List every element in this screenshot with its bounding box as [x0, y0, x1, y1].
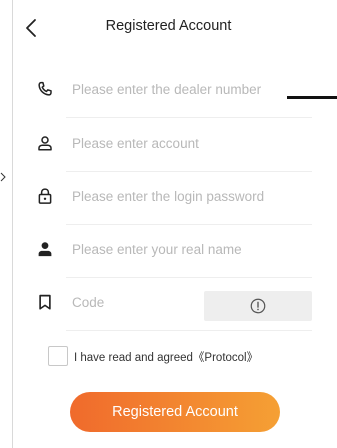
code-row: [24, 279, 312, 331]
user-filled-icon: [36, 240, 54, 258]
real-name-input[interactable]: [72, 236, 292, 262]
phone-icon: [36, 80, 54, 98]
divider: [66, 117, 312, 118]
real-name-row: [24, 226, 312, 278]
agreement-text[interactable]: I have read and agreed《Protocol》: [74, 349, 258, 365]
register-screen: Registered Account Please enter the deal…: [0, 0, 337, 448]
divider: [66, 171, 312, 172]
frame-border: [12, 0, 13, 448]
alert-circle-icon: [250, 298, 266, 314]
account-row: [24, 120, 312, 172]
dealer-number-row: [24, 66, 312, 118]
page-title: Registered Account: [105, 18, 232, 34]
pointer-line: [287, 96, 337, 99]
captcha-button[interactable]: [204, 291, 312, 321]
code-input[interactable]: [72, 289, 192, 315]
register-submit-button[interactable]: Registered Account: [70, 392, 280, 432]
account-input[interactable]: [72, 130, 292, 156]
side-arrow-icon: [0, 172, 6, 182]
password-input[interactable]: [72, 183, 292, 209]
divider: [66, 330, 312, 331]
lock-icon: [36, 187, 54, 205]
password-row: [24, 173, 312, 225]
agreement-checkbox[interactable]: [48, 346, 68, 366]
divider: [66, 224, 312, 225]
bookmark-icon: [36, 293, 54, 311]
dealer-number-input[interactable]: [72, 76, 292, 102]
user-outline-icon: [36, 134, 54, 152]
divider: [66, 277, 312, 278]
